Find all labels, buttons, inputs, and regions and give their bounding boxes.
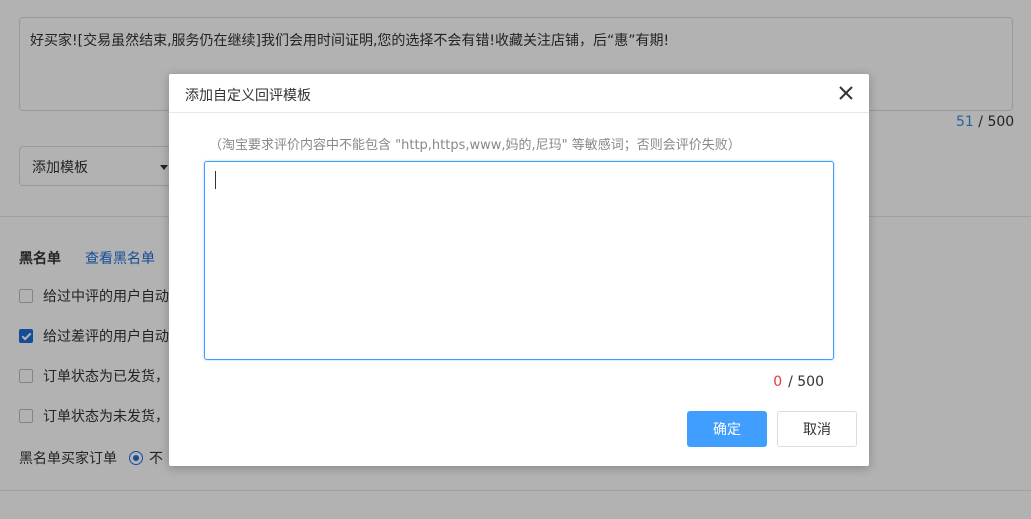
sensitive-word-hint: （淘宝要求评价内容中不能包含 "http,https,www,妈的,尼玛" 等敏…	[209, 138, 741, 153]
template-char-max: / 500	[788, 374, 824, 390]
template-char-count: 0	[773, 374, 783, 390]
template-content-input[interactable]	[204, 161, 834, 360]
cancel-button[interactable]: 取消	[777, 411, 857, 447]
close-icon[interactable]	[837, 84, 855, 102]
add-template-dialog: 添加自定义回评模板 （淘宝要求评价内容中不能包含 "http,https,www…	[169, 74, 869, 466]
template-char-counter: 0 / 500	[773, 374, 824, 390]
dialog-header: 添加自定义回评模板	[169, 74, 869, 113]
confirm-button[interactable]: 确定	[687, 411, 767, 447]
text-cursor	[215, 171, 216, 189]
dialog-title: 添加自定义回评模板	[185, 88, 311, 104]
